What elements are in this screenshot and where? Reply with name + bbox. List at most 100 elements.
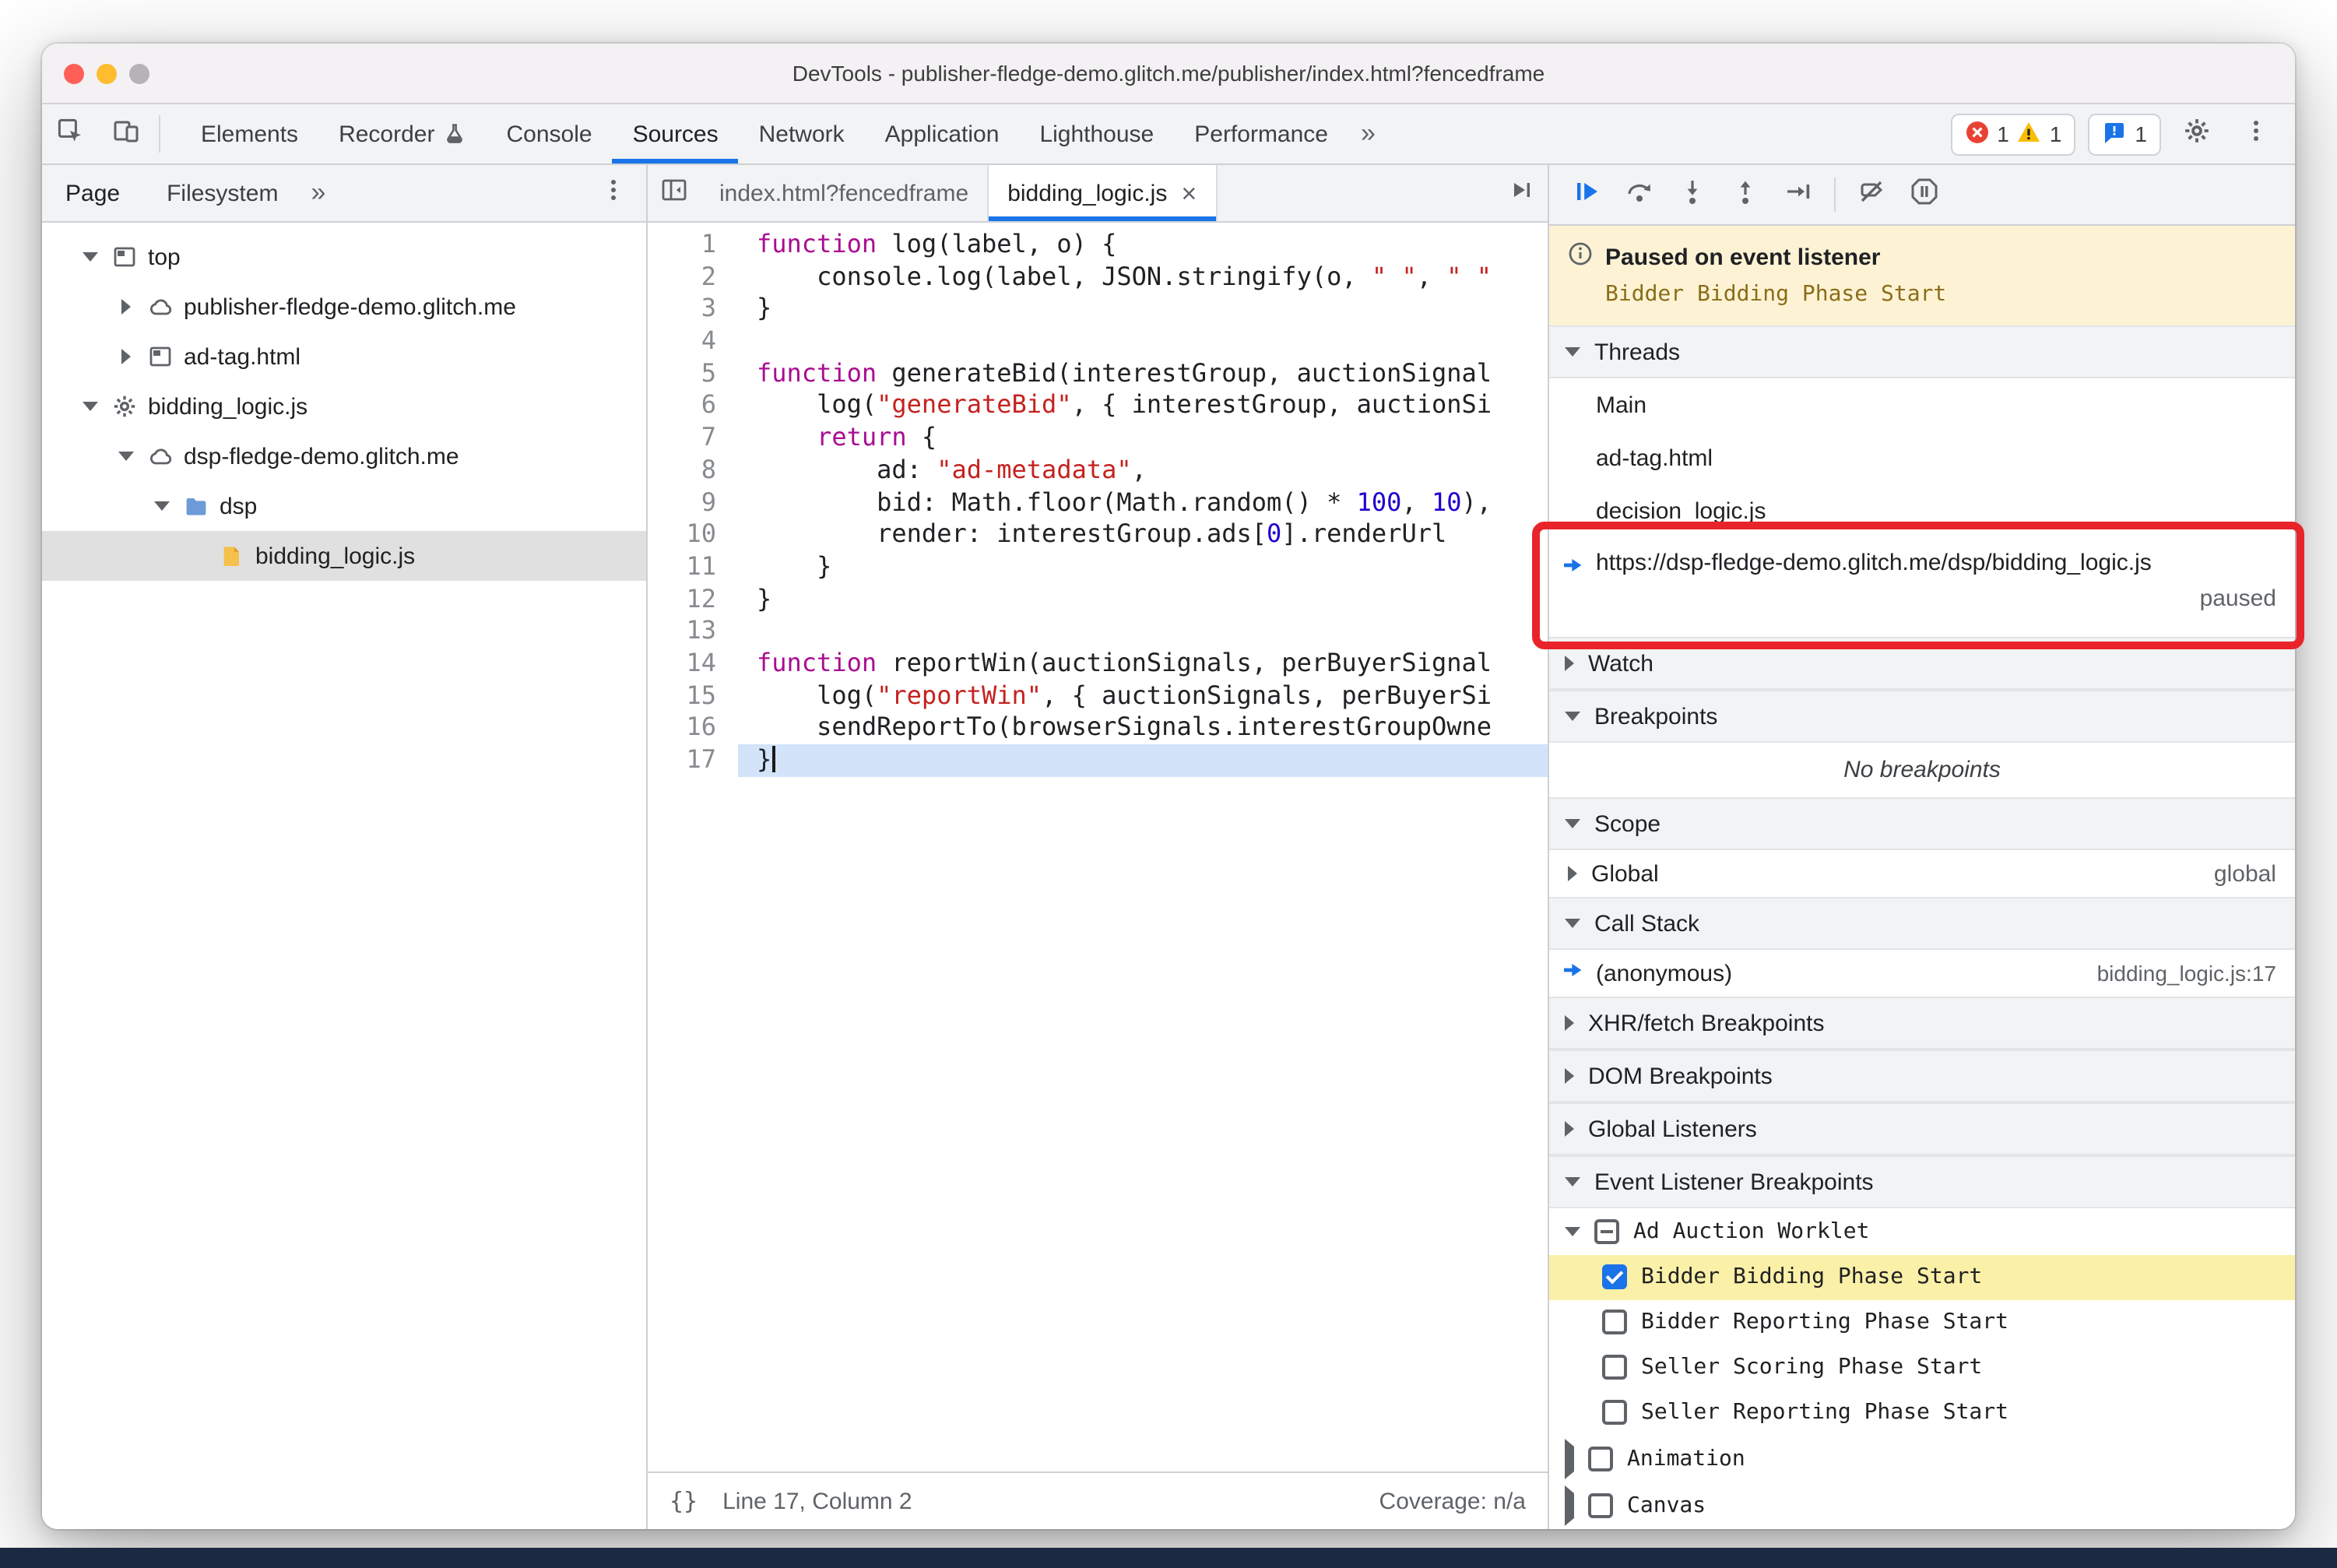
line-number[interactable]: 7: [648, 422, 738, 454]
line-number[interactable]: 12: [648, 583, 738, 615]
code-line[interactable]: 12}: [648, 583, 1548, 615]
line-number[interactable]: 9: [648, 487, 738, 519]
zoom-window-button[interactable]: [129, 63, 149, 83]
elb-event-seller-scoring-phase-start[interactable]: Seller Scoring Phase Start: [1549, 1345, 2295, 1390]
tab-sources[interactable]: Sources: [612, 104, 739, 163]
code-line[interactable]: 15 log("reportWin", { auctionSignals, pe…: [648, 680, 1548, 712]
tree-item-dsp[interactable]: dsp: [42, 481, 646, 531]
elb-event-seller-reporting-phase-start[interactable]: Seller Reporting Phase Start: [1549, 1390, 2295, 1436]
elb-group-canvas[interactable]: Canvas: [1549, 1482, 2295, 1529]
line-number[interactable]: 17: [648, 744, 738, 776]
canvas-checkbox[interactable]: [1588, 1492, 1613, 1518]
editor-tab-bidding-logic-js[interactable]: bidding_logic.js ×: [989, 165, 1218, 221]
thread-row-ad-tag-html[interactable]: ad-tag.html: [1549, 431, 2295, 484]
line-number[interactable]: 13: [648, 616, 738, 648]
line-number[interactable]: 16: [648, 712, 738, 744]
tab-application[interactable]: Application: [865, 104, 1020, 163]
close-window-button[interactable]: [64, 63, 84, 83]
event-listener-breakpoints-section-header[interactable]: Event Listener Breakpoints: [1549, 1155, 2295, 1209]
elb-event-bidder-bidding-phase-start[interactable]: Bidder Bidding Phase Start: [1549, 1254, 2295, 1300]
animation-checkbox[interactable]: [1588, 1446, 1613, 1471]
more-options-button[interactable]: [2233, 111, 2279, 157]
tab-console[interactable]: Console: [486, 104, 612, 163]
minimize-window-button[interactable]: [97, 63, 117, 83]
editor-overflow-button[interactable]: [1495, 165, 1548, 221]
ad-auction-worklet-checkbox[interactable]: [1594, 1219, 1619, 1245]
settings-button[interactable]: [2174, 111, 2220, 157]
seller-scoring-phase-start-checkbox[interactable]: [1602, 1355, 1627, 1380]
bidder-reporting-phase-start-checkbox[interactable]: [1602, 1310, 1627, 1335]
tab-filesystem[interactable]: Filesystem: [143, 165, 301, 221]
inspect-element-button[interactable]: [42, 104, 98, 163]
issues-pill[interactable]: 1: [2088, 113, 2161, 155]
step-over-button[interactable]: [1615, 170, 1664, 220]
thread-row-active[interactable]: https://dsp-fledge-demo.glitch.me/dsp/bi…: [1549, 537, 2295, 637]
line-number[interactable]: 4: [648, 325, 738, 357]
global-listeners-section-header[interactable]: Global Listeners: [1549, 1102, 2295, 1156]
more-navigator-tabs-button[interactable]: »: [301, 178, 335, 209]
code-line[interactable]: 11 }: [648, 551, 1548, 583]
elb-group-animation[interactable]: Animation: [1549, 1436, 2295, 1482]
device-toolbar-button[interactable]: [98, 104, 154, 163]
scope-global-row[interactable]: Global global: [1549, 850, 2295, 897]
tab-page[interactable]: Page: [42, 165, 143, 221]
tab-recorder[interactable]: Recorder: [318, 104, 486, 163]
xhr-breakpoints-section-header[interactable]: XHR/fetch Breakpoints: [1549, 997, 2295, 1050]
elb-event-bidder-reporting-phase-start[interactable]: Bidder Reporting Phase Start: [1549, 1300, 2295, 1345]
editor-tab-index-html-fencedframe[interactable]: index.html?fencedframe: [701, 165, 989, 221]
thread-row-decision-logic-js[interactable]: decision_logic.js: [1549, 484, 2295, 537]
tree-item-ad-tag-html[interactable]: ad-tag.html: [42, 332, 646, 381]
line-number[interactable]: 2: [648, 261, 738, 293]
code-line[interactable]: 16 sendReportTo(browserSignals.interestG…: [648, 712, 1548, 744]
navigator-menu-button[interactable]: [590, 170, 646, 216]
code-line[interactable]: 8 ad: "ad-metadata",: [648, 455, 1548, 487]
line-number[interactable]: 1: [648, 229, 738, 261]
tab-elements[interactable]: Elements: [181, 104, 318, 163]
line-number[interactable]: 11: [648, 551, 738, 583]
bidder-bidding-phase-start-checkbox[interactable]: [1602, 1264, 1627, 1290]
more-panels-button[interactable]: »: [1348, 104, 1388, 163]
pause-on-exceptions-button[interactable]: [1899, 170, 1949, 220]
code-line[interactable]: 13: [648, 616, 1548, 648]
tree-item-dsp-fledge-demo-glitch-me[interactable]: dsp-fledge-demo.glitch.me: [42, 431, 646, 481]
code-line[interactable]: 2 console.log(label, JSON.stringify(o, "…: [648, 261, 1548, 293]
tab-performance[interactable]: Performance: [1174, 104, 1348, 163]
tab-lighthouse[interactable]: Lighthouse: [1019, 104, 1174, 163]
resume-button[interactable]: [1562, 170, 1611, 220]
pretty-print-button[interactable]: {}: [669, 1487, 698, 1515]
elb-group-ad-auction-worklet[interactable]: Ad Auction Worklet: [1549, 1208, 2295, 1255]
close-tab-icon[interactable]: ×: [1181, 180, 1197, 206]
errors-warnings-pill[interactable]: 1 1: [1950, 113, 2076, 155]
tree-item-bidding-logic-js[interactable]: bidding_logic.js: [42, 531, 646, 581]
dom-breakpoints-section-header[interactable]: DOM Breakpoints: [1549, 1049, 2295, 1103]
watch-section-header[interactable]: Watch: [1549, 637, 2295, 690]
line-number[interactable]: 14: [648, 648, 738, 680]
code-line[interactable]: 7 return {: [648, 422, 1548, 454]
toggle-navigator-button[interactable]: [648, 165, 701, 221]
threads-section-header[interactable]: Threads: [1549, 325, 2295, 378]
tree-item-bidding-logic-js[interactable]: bidding_logic.js: [42, 381, 646, 431]
tree-item-publisher-fledge-demo-glitch-me[interactable]: publisher-fledge-demo.glitch.me: [42, 282, 646, 332]
line-number[interactable]: 6: [648, 390, 738, 422]
seller-reporting-phase-start-checkbox[interactable]: [1602, 1400, 1627, 1426]
line-number[interactable]: 15: [648, 680, 738, 712]
tab-network[interactable]: Network: [739, 104, 865, 163]
line-number[interactable]: 8: [648, 455, 738, 487]
step-out-button[interactable]: [1720, 170, 1770, 220]
tree-item-top[interactable]: top: [42, 232, 646, 282]
code-line[interactable]: 5 function generateBid(interestGroup, auc…: [648, 358, 1548, 390]
call-stack-section-header[interactable]: Call Stack: [1549, 897, 2295, 951]
code-line[interactable]: 10 render: interestGroup.ads[0].renderUr…: [648, 519, 1548, 550]
breakpoints-section-header[interactable]: Breakpoints: [1549, 690, 2295, 743]
step-button[interactable]: [1773, 170, 1823, 220]
line-number[interactable]: 3: [648, 294, 738, 325]
deactivate-breakpoints-button[interactable]: [1847, 170, 1896, 220]
code-editor[interactable]: 1 function log(label, o) {2 console.log(l…: [648, 223, 1548, 1471]
code-line[interactable]: 9 bid: Math.floor(Math.random() * 100, 1…: [648, 487, 1548, 519]
code-line[interactable]: 17}: [648, 744, 1548, 777]
code-line[interactable]: 4: [648, 325, 1548, 357]
code-line[interactable]: 6 log("generateBid", { interestGroup, au…: [648, 390, 1548, 422]
code-line[interactable]: 3}: [648, 294, 1548, 325]
step-into-button[interactable]: [1668, 170, 1717, 220]
line-number[interactable]: 10: [648, 519, 738, 550]
